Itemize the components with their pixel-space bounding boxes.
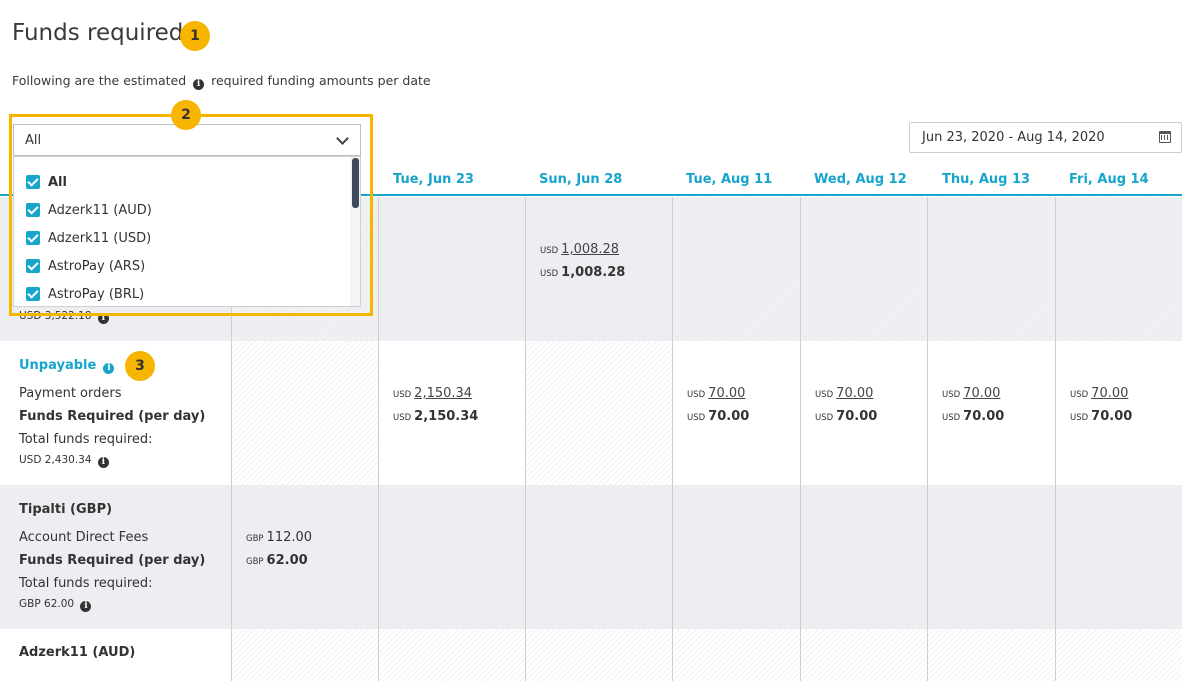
account-row-adzerk: Adzerk11 (AUD) <box>0 629 1182 681</box>
required-amount: USD 70.00 <box>942 409 1005 424</box>
column-header: Wed, Aug 12 <box>814 172 907 187</box>
column-header: Tue, Aug 11 <box>686 172 773 187</box>
payment-amount[interactable]: USD 70.00 <box>942 386 1000 401</box>
checkbox-checked-icon[interactable] <box>26 287 40 301</box>
page-subtitle: Following are the estimated i required f… <box>12 73 431 90</box>
account-name[interactable]: Adzerk11 (AUD) <box>19 645 135 660</box>
column-header: Tue, Jun 23 <box>393 172 474 187</box>
row-label-funds-required: Funds Required (per day) <box>19 553 206 568</box>
row-label-account-fees: Account Direct Fees <box>19 530 149 545</box>
payment-amount[interactable]: USD 2,150.34 <box>393 386 472 401</box>
row-label-funds-required: Funds Required (per day) <box>19 409 206 424</box>
chevron-down-icon[interactable] <box>336 132 349 145</box>
option-label: Adzerk11 (AUD) <box>48 202 152 218</box>
row-label-payment-orders: Payment orders <box>19 386 122 401</box>
option-label: All <box>48 174 67 190</box>
required-amount: USD 70.00 <box>1070 409 1133 424</box>
filter-option[interactable]: AstroPay (BRL) <box>26 284 144 304</box>
filter-option-all[interactable]: All <box>26 172 67 192</box>
row-total: USD 2,430.34 i <box>19 454 112 468</box>
row-label-total: Total funds required: <box>19 576 153 591</box>
fees-amount: GBP 112.00 <box>246 530 313 545</box>
filter-option[interactable]: Adzerk11 (AUD) <box>26 200 152 220</box>
row-label-total: Total funds required: <box>19 432 153 447</box>
required-amount: USD 70.00 <box>687 409 750 424</box>
info-icon[interactable]: i <box>97 312 109 324</box>
row-total: USD 3,522.18 i <box>19 310 112 324</box>
checkbox-checked-icon[interactable] <box>26 259 40 273</box>
calendar-icon[interactable] <box>1159 131 1171 143</box>
column-header: Fri, Aug 14 <box>1069 172 1149 187</box>
account-row-tipalti: Tipalti (GBP) Account Direct Fees Funds … <box>0 485 1182 629</box>
option-label: AstroPay (ARS) <box>48 258 146 274</box>
payment-amount[interactable]: USD 70.00 <box>815 386 873 401</box>
filter-option[interactable]: Adzerk11 (USD) <box>26 228 151 248</box>
required-amount: USD 1,008.28 <box>540 265 626 280</box>
checkbox-checked-icon[interactable] <box>26 231 40 245</box>
filter-option[interactable]: AstroPay (ARS) <box>26 256 145 276</box>
column-header: Thu, Aug 13 <box>942 172 1031 187</box>
date-range-value: Jun 23, 2020 - Aug 14, 2020 <box>922 130 1105 145</box>
subtitle-before: Following are the estimated <box>12 73 187 88</box>
account-filter-menu: All Adzerk11 (AUD) Adzerk11 (USD) AstroP… <box>13 156 361 307</box>
checkbox-checked-icon[interactable] <box>26 175 40 189</box>
checkbox-checked-icon[interactable] <box>26 203 40 217</box>
required-amount: GBP 62.00 <box>246 553 308 568</box>
subtitle-after: required funding amounts per date <box>211 73 431 88</box>
payment-amount[interactable]: USD 70.00 <box>687 386 745 401</box>
info-icon[interactable]: i <box>193 78 205 90</box>
badge-2: 2 <box>171 100 201 130</box>
payment-amount[interactable]: USD 1,008.28 <box>540 242 619 257</box>
badge-1: 1 <box>180 21 210 51</box>
info-icon[interactable]: i <box>97 456 109 468</box>
required-amount: USD 70.00 <box>815 409 878 424</box>
row-total: GBP 62.00 i <box>19 598 94 612</box>
page-title: Funds required <box>12 20 184 46</box>
account-name[interactable]: Unpayable <box>19 358 96 373</box>
info-icon[interactable]: i <box>80 600 92 612</box>
date-range-picker[interactable]: Jun 23, 2020 - Aug 14, 2020 <box>909 122 1182 153</box>
column-header: Sun, Jun 28 <box>539 172 623 187</box>
scrollbar[interactable] <box>350 157 360 306</box>
scrollbar-thumb[interactable] <box>352 158 359 208</box>
select-value: All <box>25 133 42 148</box>
payment-amount[interactable]: USD 70.00 <box>1070 386 1128 401</box>
account-row-unpayable: Unpayable i 3 Payment orders Funds Requi… <box>0 341 1182 485</box>
option-label: AstroPay (BRL) <box>48 286 145 302</box>
required-amount: USD 2,150.34 <box>393 409 479 424</box>
account-name[interactable]: Tipalti (GBP) <box>19 502 112 517</box>
info-icon[interactable]: i <box>103 362 115 374</box>
badge-3: 3 <box>125 351 155 381</box>
option-label: Adzerk11 (USD) <box>48 230 152 246</box>
